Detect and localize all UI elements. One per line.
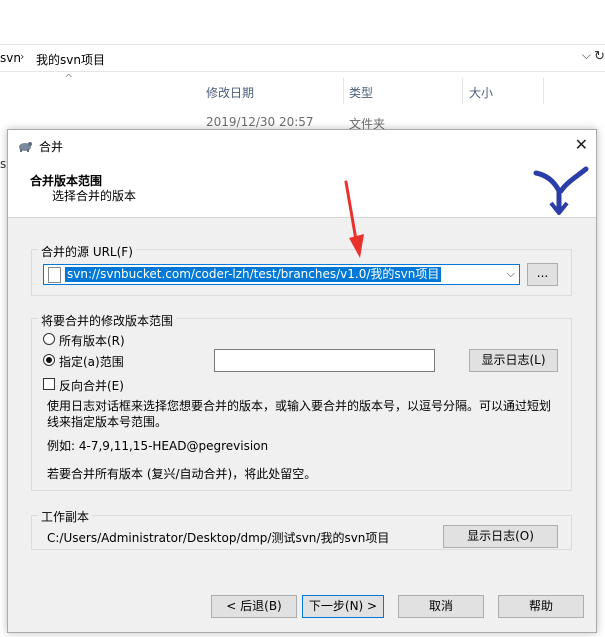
- cancel-button[interactable]: 取消: [398, 595, 484, 618]
- column-modified-date[interactable]: 修改日期: [206, 84, 254, 101]
- refresh-icon[interactable]: ↻: [594, 49, 605, 64]
- specific-range-label[interactable]: 指定(a)范围: [59, 353, 124, 370]
- source-url-value[interactable]: svn://svnbucket.com/coder-lzh/test/branc…: [65, 267, 442, 282]
- show-log-button[interactable]: 显示日志(L): [469, 349, 558, 372]
- back-button[interactable]: < 后退(B): [211, 595, 297, 618]
- sort-caret-icon: ^: [64, 72, 74, 85]
- column-type[interactable]: 类型: [349, 84, 373, 101]
- merge-dialog: 合并 ✕ 合并版本范围 选择合并的版本 合并的源 URL(F) svn://sv…: [7, 129, 597, 633]
- help-text: 使用日志对话框来选择您想要合并的版本，或输入要合并的版本号，以逗号分隔。可以通过…: [47, 399, 552, 429]
- column-divider[interactable]: [343, 78, 344, 104]
- revision-range-label: 将要合并的修改版本范围: [38, 312, 177, 329]
- working-copy-path: C:/Users/Administrator/Desktop/dmp/测试svn…: [47, 531, 390, 545]
- all-revisions-label[interactable]: 所有版本(R): [59, 332, 125, 349]
- title-bar[interactable]: 合并 ✕: [8, 130, 596, 161]
- close-icon[interactable]: ✕: [575, 135, 588, 154]
- merge-logo-icon: [533, 166, 589, 215]
- header-subtitle: 选择合并的版本: [52, 189, 137, 203]
- column-size[interactable]: 大小: [469, 84, 493, 101]
- working-copy-show-log-button[interactable]: 显示日志(O): [443, 525, 558, 548]
- dialog-title: 合并: [39, 140, 64, 154]
- chevron-down-icon[interactable]: ⌵: [507, 267, 515, 281]
- specific-range-radio[interactable]: [43, 354, 55, 366]
- help-button[interactable]: 帮助: [498, 595, 584, 618]
- breadcrumb-separator-icon: ›: [20, 50, 25, 63]
- reverse-merge-checkbox[interactable]: [43, 378, 55, 390]
- example-text: 例如: 4-7,9,11,15-HEAD@pegrevision: [47, 439, 269, 453]
- row-date: 2019/12/30 20:57: [206, 115, 314, 129]
- column-divider[interactable]: [462, 78, 463, 104]
- chevron-down-icon[interactable]: ⌵: [582, 48, 591, 63]
- wizard-header: 合并版本范围 选择合并的版本: [8, 161, 596, 218]
- source-url-combobox[interactable]: svn://svnbucket.com/coder-lzh/test/branc…: [43, 264, 520, 285]
- revision-range-input[interactable]: [214, 349, 435, 372]
- reverse-merge-label[interactable]: 反向合并(E): [59, 377, 124, 394]
- explorer-address-bar: svn › 我的svn项目 ⌵ ↻: [0, 44, 605, 72]
- working-copy-label: 工作副本: [38, 508, 93, 525]
- column-divider[interactable]: [543, 78, 544, 104]
- all-revisions-radio[interactable]: [43, 333, 55, 345]
- breadcrumb-svn[interactable]: svn: [0, 51, 21, 65]
- tortoise-icon: [19, 142, 32, 152]
- breadcrumb-current[interactable]: 我的svn项目: [36, 51, 105, 68]
- document-icon: [48, 267, 61, 283]
- explorer-edge-text: s: [0, 157, 7, 171]
- note-text: 若要合并所有版本 (复兴/自动合并)，将此处留空。: [47, 467, 317, 481]
- source-url-label: 合并的源 URL(F): [38, 243, 136, 260]
- next-button[interactable]: 下一步(N) >: [302, 595, 384, 618]
- browse-button[interactable]: ...: [527, 263, 558, 286]
